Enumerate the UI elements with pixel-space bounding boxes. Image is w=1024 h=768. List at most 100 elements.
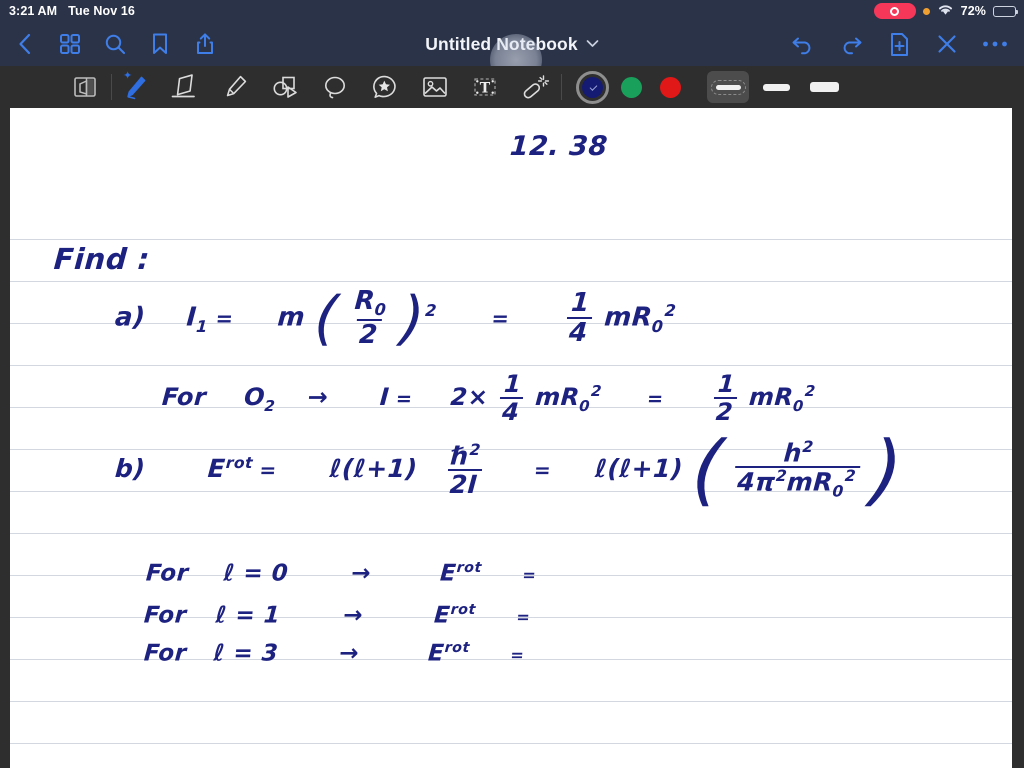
problem-number: 12. 38 [508,131,609,162]
rot-superscript: rot [225,453,254,472]
radius-over-two-fraction: R0 2 [348,286,390,350]
shapes-tool[interactable] [265,70,305,104]
search-icon[interactable] [102,31,128,57]
fraction-numerator: 1 [570,288,591,319]
share-icon[interactable] [192,31,218,57]
wifi-icon [937,3,954,19]
handwritten-ink-layer: 12. 38 Find : a) I1 = m ( R0 2 )2 = 1 4 … [10,108,1012,768]
notebook-page[interactable]: 12. 38 Find : a) I1 = m ( R0 2 )2 = 1 4 … [10,108,1012,768]
two-times: 2× [449,383,490,411]
ell-one-line: For ℓ = 1 → Erot = [143,602,531,629]
mass-symbol: m [748,383,776,411]
sticker-tool[interactable] [365,70,405,104]
ell-plus-one: (ℓ+1) [341,454,419,484]
open-paren: ( [689,424,727,515]
tool-bar: ✦ T [0,66,1024,108]
ell-value: ℓ = 3 [212,640,280,667]
new-page-icon[interactable] [886,31,912,57]
arrow-glyph: → [342,602,364,629]
for-label: For [143,602,188,629]
notebook-app: 3:21 AM Tue Nov 16 72% Untitled Notebook… [0,0,1024,768]
oxygen-case-line: For O2 → I = 2× 1 4 mR02 = 1 2 mR02 [161,370,817,426]
part-b-line: b) Erot = ℓ(ℓ+1) ℏ2 2I = ℓ(ℓ+1) (h2 4π2… [114,424,906,515]
one-half-fraction: 1 2 [712,370,739,426]
part-a-label: a) [113,302,147,333]
notebook-title[interactable]: Untitled Notebook [425,34,577,55]
one-quarter-fraction: 1 4 [498,370,525,426]
close-paren: ) [398,284,428,353]
status-bar: 3:21 AM Tue Nov 16 72% [0,0,1024,22]
stroke-width-thin[interactable] [707,71,749,103]
status-date: Tue Nov 16 [68,4,135,18]
orange-privacy-dot-icon [922,7,930,15]
ell-value: ℓ = 1 [214,602,282,629]
for-label: For [145,560,190,587]
fraction-numerator: R0 [353,286,388,320]
ell-value: ℓ = 0 [222,560,290,587]
chevron-down-icon[interactable] [586,35,599,53]
h-squared-over-four-pi-squared-fraction: h2 4π2mR02 [733,438,862,501]
stroke-width-thick[interactable] [803,71,845,103]
fraction-denominator: 4 [565,317,592,348]
status-bar-left: 3:21 AM Tue Nov 16 [0,4,135,18]
fraction-denominator: 2 [355,319,382,350]
status-bar-right: 72% [873,3,1024,19]
oxygen-symbol: O [243,383,267,411]
arrow-glyph: → [306,383,330,411]
energy-symbol: E [206,454,227,484]
status-time: 3:21 AM [9,4,58,18]
battery-percent-label: 72% [960,4,986,18]
fraction-denominator: 2I [445,469,482,499]
undo-icon[interactable] [790,31,816,57]
back-icon[interactable] [12,31,38,57]
energy-symbol: E [433,602,452,629]
pen-sparkle-icon: ✦ [123,70,133,82]
energy-symbol: E [439,560,458,587]
redo-icon[interactable] [838,31,864,57]
stroke-width-group [707,71,845,103]
mass-symbol: m [603,302,633,333]
stroke-width-medium-line [762,83,790,91]
nav-right-group [790,31,1024,57]
more-icon[interactable] [982,31,1008,57]
grid-icon[interactable] [57,31,83,57]
color-swatch-navy[interactable] [576,70,609,104]
color-swatch-green[interactable] [621,76,642,98]
radius-symbol: R [559,383,581,411]
stroke-width-thin-line [710,79,746,95]
hbar-squared-over-2I-fraction: ℏ2 2I [445,440,484,499]
battery-icon [993,5,1019,17]
svg-text:T: T [480,81,491,97]
color-swatch-group [576,70,681,104]
image-tool[interactable] [415,70,455,104]
page-area: 12. 38 Find : a) I1 = m ( R0 2 )2 = 1 4 … [0,108,1024,768]
stroke-width-medium[interactable] [755,71,797,103]
stroke-width-thick-line [809,82,839,92]
text-tool[interactable]: T [465,70,505,104]
color-swatch-red[interactable] [660,76,681,98]
nav-left-group [0,31,218,57]
open-paren: ( [312,284,341,353]
eraser-tool[interactable] [165,70,205,104]
fraction-numerator: ℏ2 [449,440,482,471]
recording-pill-icon [873,3,916,19]
pen-tool[interactable]: ✦ [115,70,155,104]
lasso-tool[interactable] [315,70,355,104]
fraction-numerator: h2 [782,438,815,468]
mass-symbol: m [276,302,307,333]
highlighter-tool[interactable] [215,70,255,104]
find-label: Find : [52,242,152,276]
for-label: For [161,383,208,411]
ell-three-line: For ℓ = 3 → Erot = [143,640,525,667]
ell-plus-one: (ℓ+1) [606,454,685,484]
for-label: For [143,640,188,667]
ell-zero-line: For ℓ = 0 → Erot = [145,560,537,587]
arrow-glyph: → [350,560,372,587]
magic-wand-tool[interactable] [515,70,562,104]
close-icon[interactable] [934,31,960,57]
nav-bar: Untitled Notebook [0,22,1024,86]
page-layers-tool[interactable] [65,70,112,104]
exponent-two: 2 [424,301,438,320]
bookmark-icon[interactable] [147,31,173,57]
energy-symbol: E [427,640,446,667]
